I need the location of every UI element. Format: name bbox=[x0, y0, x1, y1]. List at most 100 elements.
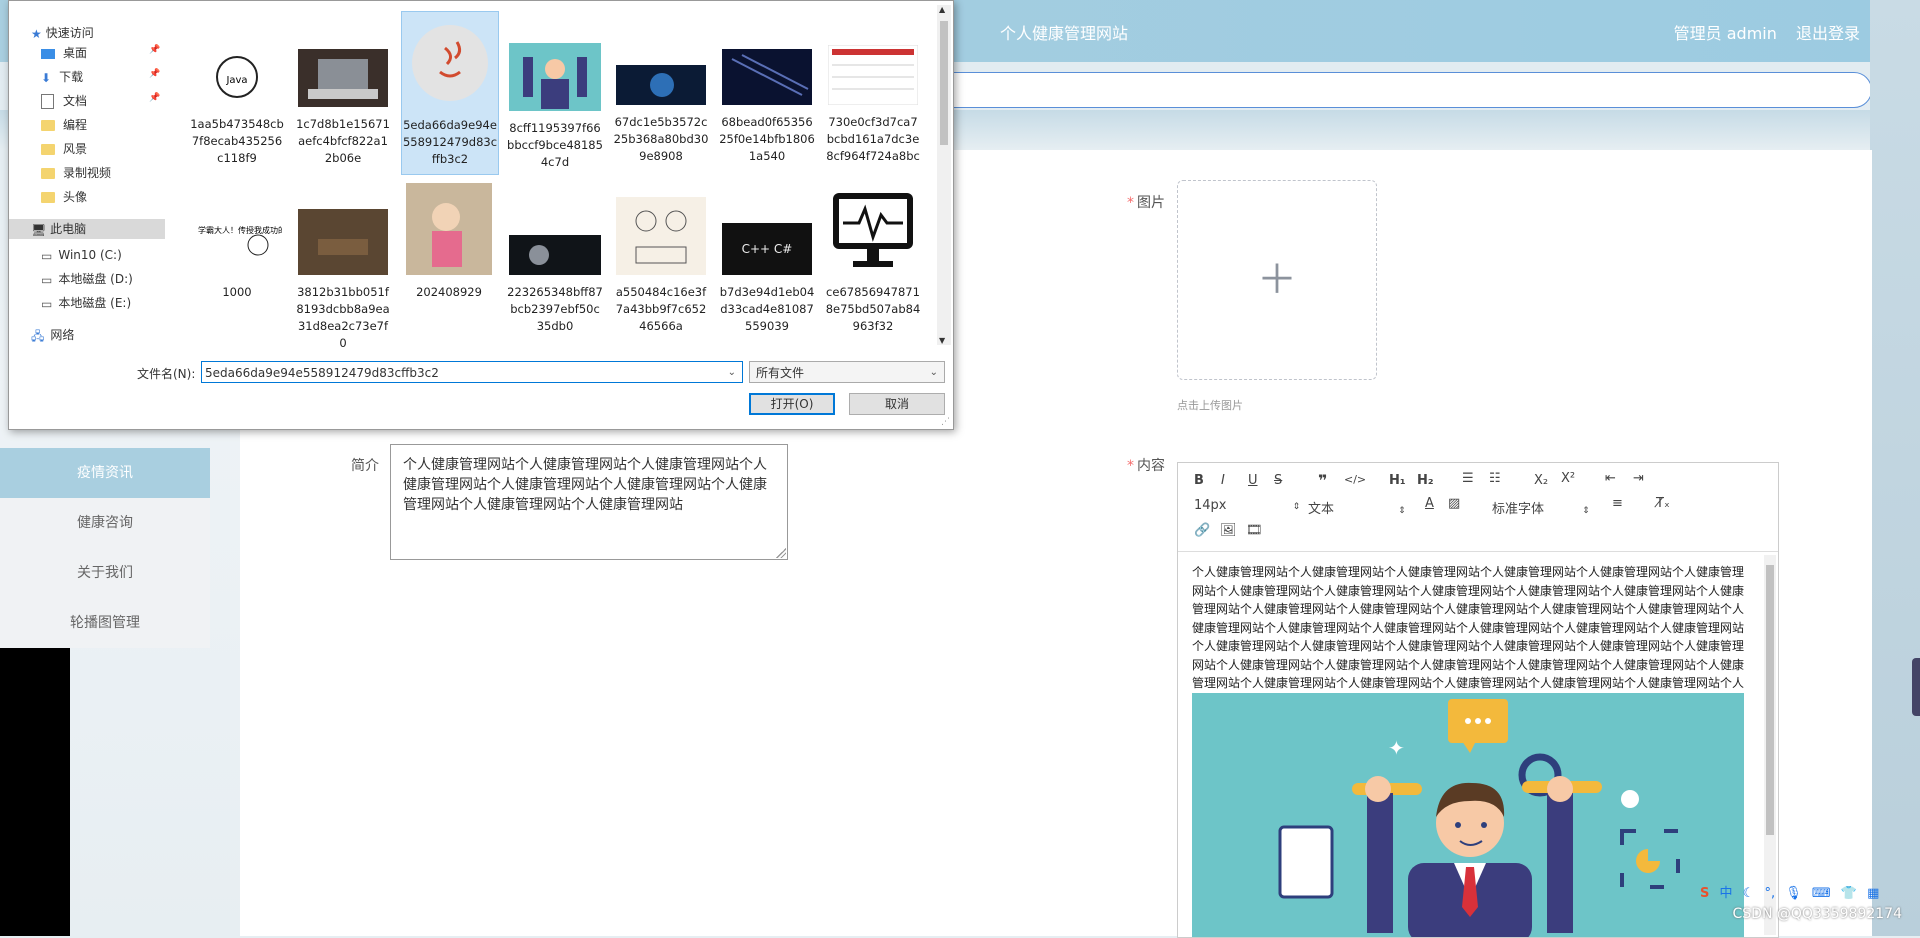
mic-icon[interactable]: 🎙 bbox=[1785, 886, 1802, 901]
superscript-icon[interactable]: X² bbox=[1561, 471, 1575, 486]
star-icon: ★ bbox=[31, 26, 42, 41]
background-color-icon[interactable]: ▨ bbox=[1448, 496, 1460, 511]
strikethrough-icon[interactable]: S bbox=[1274, 473, 1282, 488]
heading1-icon[interactable]: H₁ bbox=[1389, 473, 1406, 488]
child-photo-thumbnail bbox=[406, 183, 492, 275]
file-tile[interactable]: 8cff1195397f66bbccf9bce481854c7d bbox=[507, 43, 603, 171]
folder-icon bbox=[41, 168, 55, 179]
file-tile[interactable]: Java 1aa5b473548cb7f8ecab435256c118f9 bbox=[189, 49, 285, 167]
sidebar-item-health-consult[interactable]: 健康咨询 bbox=[0, 498, 210, 548]
nav-item-desktop[interactable]: 桌面 bbox=[41, 43, 87, 63]
moon-icon[interactable]: ☾ bbox=[1743, 886, 1755, 901]
file-tile[interactable]: 68bead0f6535625f0e14bfb18061a540 bbox=[719, 49, 815, 165]
sidebar-item-about-us[interactable]: 关于我们 bbox=[0, 548, 210, 598]
heading2-icon[interactable]: H₂ bbox=[1417, 473, 1434, 488]
ordered-list-icon[interactable]: ☰ bbox=[1462, 471, 1474, 486]
filetype-select[interactable]: 所有文件 ⌄ bbox=[749, 361, 945, 383]
file-tile[interactable]: 1c7d8b1e15671aefc4bfcf822a12b06e bbox=[295, 49, 391, 167]
nav-item-programming[interactable]: 编程 bbox=[41, 115, 87, 135]
monitor-icon bbox=[833, 193, 913, 267]
intro-textarea[interactable]: 个人健康管理网站个人健康管理网站个人健康管理网站个人健康管理网站个人健康管理网站… bbox=[390, 444, 788, 560]
drive-icon: ▭ bbox=[41, 296, 53, 311]
nav-drive-d[interactable]: ▭ 本地磁盘 (D:) bbox=[41, 269, 133, 289]
editor-illustration: ✦ bbox=[1192, 693, 1744, 937]
font-size-select[interactable]: 14px ⇕ bbox=[1194, 498, 1300, 513]
shirt-icon[interactable]: 👕 bbox=[1841, 886, 1857, 901]
svg-text:C++ C#: C++ C# bbox=[742, 242, 793, 256]
ime-mode[interactable]: 中 bbox=[1720, 886, 1733, 901]
font-color-icon[interactable]: A bbox=[1425, 496, 1434, 511]
block-type-select[interactable]: 文本 ⇕ bbox=[1308, 498, 1406, 517]
grid-icon[interactable]: ▦ bbox=[1867, 886, 1879, 901]
editor-scrollbar[interactable] bbox=[1764, 555, 1776, 935]
file-tile-selected[interactable]: 5eda66da9e94e558912479d83cffb3c2 bbox=[401, 11, 499, 175]
file-tile[interactable]: ce678569478718e75bd507ab84963f32 bbox=[825, 187, 921, 335]
image-icon[interactable]: 🖼 bbox=[1220, 523, 1237, 538]
tab-bar[interactable] bbox=[920, 72, 1872, 108]
image-upload[interactable]: ＋ bbox=[1177, 180, 1377, 380]
code-icon[interactable]: </> bbox=[1344, 473, 1366, 486]
video-icon[interactable]: 🎞 bbox=[1246, 523, 1263, 538]
outdent-icon[interactable]: ⇤ bbox=[1605, 471, 1616, 486]
clear-format-icon[interactable]: T̸ₓ bbox=[1656, 496, 1670, 511]
plus-icon: ＋ bbox=[1257, 257, 1297, 303]
file-tile[interactable]: a550484c16e3f7a43bb9f7c65246566a bbox=[613, 197, 709, 335]
file-tile[interactable]: 730e0cf3d7ca7bcbd161a7dc3e8cf964f724a8bc bbox=[825, 44, 921, 165]
italic-icon[interactable]: I bbox=[1221, 473, 1225, 488]
file-tile[interactable]: 223265348bff87bcb2397ebf50c35db0 bbox=[507, 235, 603, 335]
sidebar-item-carousel-admin[interactable]: 轮播图管理 bbox=[0, 598, 210, 648]
sidebar-item-epidemic-news[interactable]: 疫情资讯 bbox=[0, 448, 210, 498]
file-tile[interactable]: 67dc1e5b3572c25b368a80bd309e8908 bbox=[613, 65, 709, 165]
nav-item-scenery[interactable]: 风景 bbox=[41, 139, 87, 159]
sogou-icon[interactable]: S bbox=[1700, 886, 1709, 901]
computer-icon: 🖥 bbox=[31, 222, 47, 237]
blockquote-icon[interactable]: ❞ bbox=[1318, 471, 1327, 490]
nav-drive-c[interactable]: ▭ Win10 (C:) bbox=[41, 245, 122, 265]
filename-input[interactable]: 5eda66da9e94e558912479d83cffb3c2 ⌄ bbox=[201, 361, 743, 383]
meeting-room-thumbnail bbox=[298, 209, 388, 275]
pin-icon: 📌 bbox=[149, 45, 161, 55]
open-button[interactable]: 打开(O) bbox=[749, 393, 835, 415]
scroll-thumb[interactable] bbox=[940, 21, 948, 145]
nav-drive-e[interactable]: ▭ 本地磁盘 (E:) bbox=[41, 293, 131, 313]
side-handle[interactable] bbox=[1912, 658, 1920, 716]
file-tile[interactable]: C++ C# b7d3e94d1eb04d33cad4e81087559039 bbox=[719, 223, 815, 335]
align-icon[interactable]: ≡ bbox=[1612, 496, 1623, 511]
indent-icon[interactable]: ⇥ bbox=[1633, 471, 1644, 486]
scroll-thumb[interactable] bbox=[1766, 565, 1774, 835]
chevron-down-icon[interactable]: ⌄ bbox=[728, 362, 736, 384]
table-thumbnail bbox=[827, 44, 919, 106]
java-logo-thumbnail bbox=[412, 25, 488, 101]
dialog-scrollbar[interactable]: ▲ ▼ bbox=[937, 5, 951, 345]
scroll-up-icon[interactable]: ▲ bbox=[939, 5, 945, 14]
folder-icon bbox=[41, 192, 55, 203]
link-icon[interactable]: 🔗 bbox=[1194, 523, 1210, 538]
file-tile[interactable]: 学霸大人！传授我成功的秘诀吧 1000 bbox=[189, 215, 310, 301]
editor-content[interactable]: 个人健康管理网站个人健康管理网站个人健康管理网站个人健康管理网站个人健康管理网站… bbox=[1192, 563, 1744, 711]
resize-grip-icon[interactable] bbox=[776, 548, 786, 558]
nav-quick-access[interactable]: ★ 快速访问 bbox=[31, 23, 94, 43]
keyboard-icon[interactable]: ⌨ bbox=[1812, 886, 1831, 901]
logout-link[interactable]: 退出登录 bbox=[1796, 24, 1860, 43]
punctuation-icon[interactable]: °, bbox=[1764, 886, 1775, 901]
nav-item-avatars[interactable]: 头像 bbox=[41, 187, 87, 207]
folder-icon bbox=[41, 144, 55, 155]
bullet-list-icon[interactable]: ☷ bbox=[1489, 471, 1501, 486]
file-tile[interactable]: 202408929 bbox=[401, 183, 497, 301]
font-family-select[interactable]: 标准字体 ⇕ bbox=[1492, 498, 1590, 517]
subscript-icon[interactable]: X₂ bbox=[1534, 473, 1548, 488]
admin-label[interactable]: 管理员 admin bbox=[1674, 24, 1777, 43]
site-title: 个人健康管理网站 bbox=[1000, 24, 1129, 43]
svg-text:Java: Java bbox=[225, 75, 247, 86]
nav-item-documents[interactable]: 文档 bbox=[41, 91, 87, 111]
scroll-down-icon[interactable]: ▼ bbox=[939, 336, 945, 345]
nav-item-downloads[interactable]: ⬇ 下载 bbox=[41, 67, 83, 87]
nav-item-recordings[interactable]: 录制视频 bbox=[41, 163, 111, 183]
cancel-button[interactable]: 取消 bbox=[849, 393, 945, 415]
resize-grip-icon[interactable]: ⋰ bbox=[941, 417, 951, 427]
nav-network[interactable]: 🖧 网络 bbox=[31, 325, 74, 345]
nav-this-pc[interactable]: 🖥 此电脑 bbox=[9, 219, 165, 239]
underline-icon[interactable]: U bbox=[1248, 473, 1258, 488]
file-tile[interactable]: 3812b31bb051f8193dcbb8a9ea31d8ea2c73e7f0 bbox=[295, 209, 391, 347]
bold-icon[interactable]: B bbox=[1194, 473, 1204, 488]
